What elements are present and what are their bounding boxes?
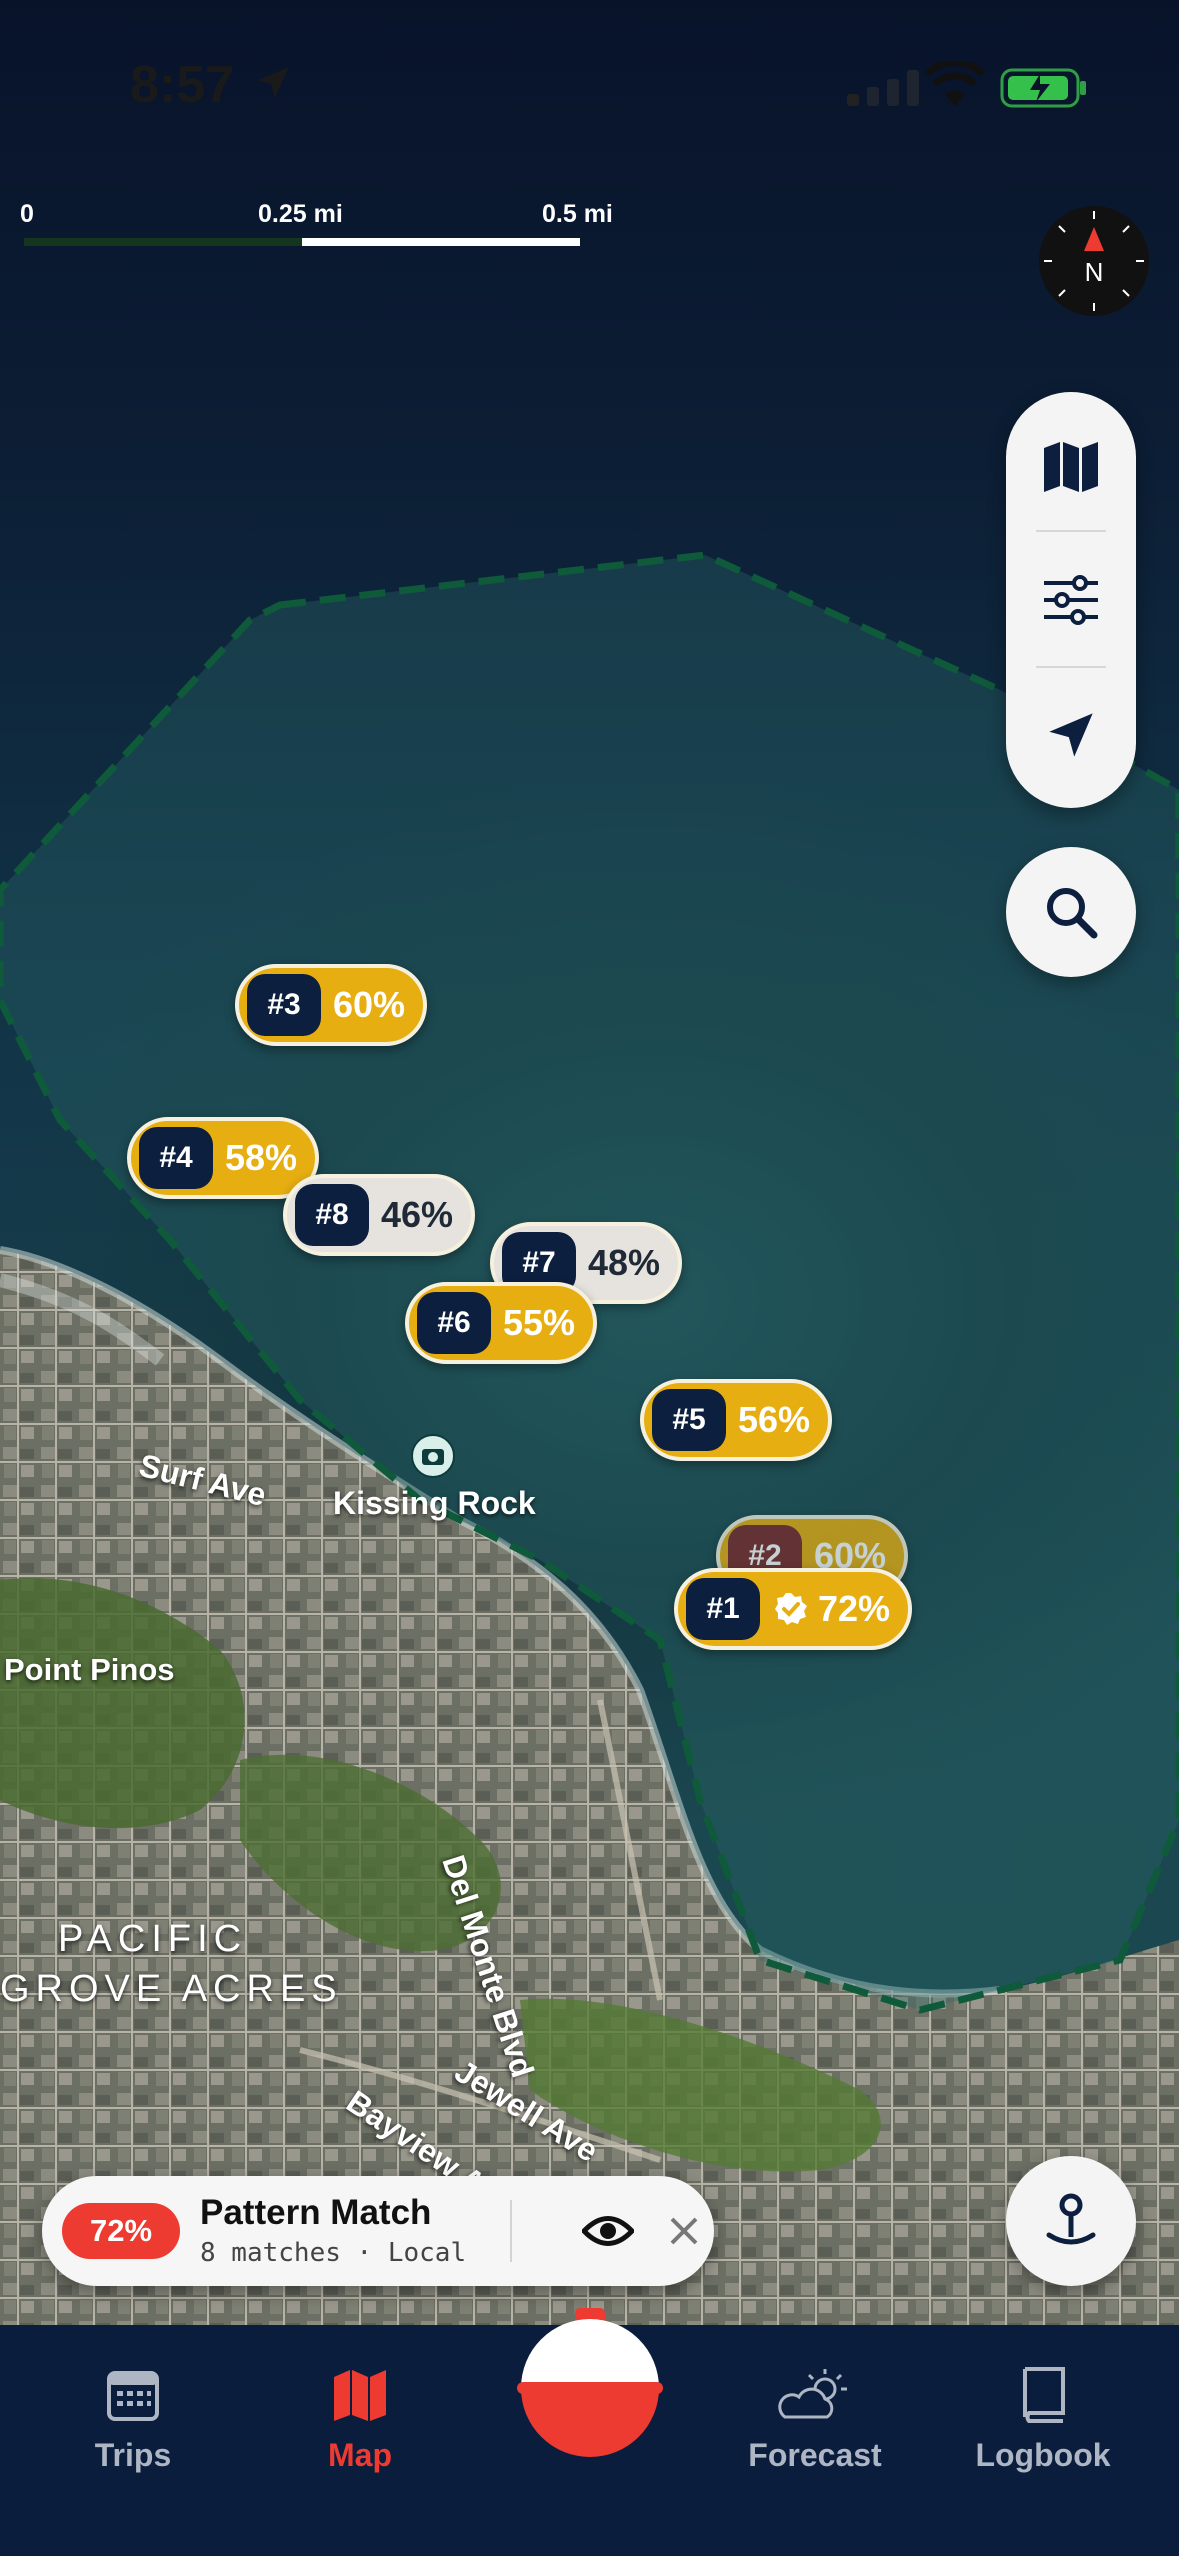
spot-pin-6[interactable]: #6 55%	[405, 1282, 598, 1364]
map-pin-drop-icon	[1046, 2193, 1096, 2245]
spot-match-percent: 60%	[333, 984, 406, 1025]
spot-match-percent: 58%	[225, 1137, 298, 1178]
scale-label-half: 0.5 mi	[542, 200, 613, 228]
scale-label-0: 0	[20, 200, 34, 228]
place-label-point-pinos: Point Pinos	[4, 1652, 175, 1687]
spot-match-percent: 56%	[738, 1399, 811, 1440]
card-divider	[510, 2200, 512, 2262]
spot-pin-4[interactable]: #4 58%	[127, 1117, 320, 1199]
calendar-icon	[107, 2371, 159, 2421]
spot-match-percent: 48%	[588, 1242, 661, 1283]
spot-rank: #4	[139, 1127, 213, 1189]
controls-divider	[1036, 666, 1106, 668]
tab-label: Logbook	[975, 2437, 1111, 2473]
spot-pin-1[interactable]: #1 72%	[674, 1568, 913, 1650]
pattern-match-title: Pattern Match	[200, 2193, 432, 2232]
spot-rank: #3	[247, 974, 321, 1036]
spot-match-percent: 55%	[503, 1302, 576, 1343]
cellular-signal-icon	[847, 70, 919, 106]
spot-match-percent: 72%	[818, 1588, 891, 1629]
camera-icon[interactable]	[410, 1433, 456, 1479]
map-icon	[334, 2370, 386, 2421]
spot-pin-3[interactable]: #3 60%	[235, 964, 428, 1046]
eye-icon[interactable]	[582, 2210, 634, 2252]
status-bar: 8:57	[0, 0, 1179, 170]
tab-label: Trips	[94, 2437, 172, 2473]
wifi-icon	[925, 62, 985, 106]
search-icon	[1047, 888, 1098, 939]
tab-forecast[interactable]: Forecast	[725, 2365, 905, 2495]
close-icon	[670, 2217, 698, 2245]
spot-rank: #1	[686, 1578, 760, 1640]
book-icon	[1023, 2367, 1065, 2423]
area-label-pacific: PACIFIC	[58, 1918, 248, 1960]
scale-bar-light	[302, 238, 580, 246]
scale-label-quarter: 0.25 mi	[258, 200, 343, 228]
bobber-log-catch-button[interactable]	[515, 2308, 665, 2468]
map-view[interactable]: 8:57 0 0.25 mi 0.5 mi N Surf Ave Kissing…	[0, 0, 1179, 2325]
map-layers-button[interactable]	[1006, 402, 1136, 532]
svg-text:N: N	[1085, 257, 1104, 287]
spot-rank: #6	[417, 1292, 491, 1354]
close-button[interactable]	[662, 2204, 706, 2258]
location-arrow-icon	[257, 67, 289, 99]
pattern-match-badge: 72%	[62, 2203, 180, 2259]
status-time: 8:57	[130, 56, 235, 114]
tab-logbook[interactable]: Logbook	[953, 2365, 1133, 2495]
spot-pin-8[interactable]: #8 46%	[283, 1174, 476, 1256]
spot-match-percent: 46%	[381, 1194, 454, 1235]
pattern-match-subtitle: 8 matches · Local	[200, 2238, 467, 2268]
map-scale-bar: 0 0.25 mi 0.5 mi	[20, 200, 630, 260]
navigation-arrow-icon	[1049, 713, 1093, 757]
scale-bar-dark	[24, 238, 302, 246]
tab-trips[interactable]: Trips	[43, 2365, 223, 2495]
pattern-match-card[interactable]: 72% Pattern Match 8 matches · Local	[42, 2176, 714, 2286]
compass-icon[interactable]: N	[1038, 205, 1150, 317]
area-label-grove-acres: GROVE ACRES	[0, 1968, 343, 2010]
sliders-icon	[1044, 575, 1098, 625]
locate-me-button[interactable]	[1006, 670, 1136, 800]
spot-rank: #5	[652, 1389, 726, 1451]
place-label-kissing-rock: Kissing Rock	[333, 1485, 536, 1521]
battery-charging-icon	[1000, 68, 1086, 108]
partly-cloudy-icon	[778, 2369, 847, 2419]
map-controls	[1006, 392, 1136, 808]
tab-label: Forecast	[748, 2437, 882, 2473]
map-filter-button[interactable]	[1006, 535, 1136, 665]
search-button[interactable]	[1006, 847, 1136, 977]
verified-badge-icon	[775, 1593, 807, 1625]
spot-pin-5[interactable]: #5 56%	[640, 1379, 833, 1461]
drop-pin-button[interactable]	[1006, 2156, 1136, 2286]
controls-divider	[1036, 530, 1106, 532]
tab-label: Map	[328, 2437, 392, 2473]
spot-rank: #8	[295, 1184, 369, 1246]
tab-map[interactable]: Map	[270, 2365, 450, 2495]
map-icon	[1044, 442, 1098, 492]
